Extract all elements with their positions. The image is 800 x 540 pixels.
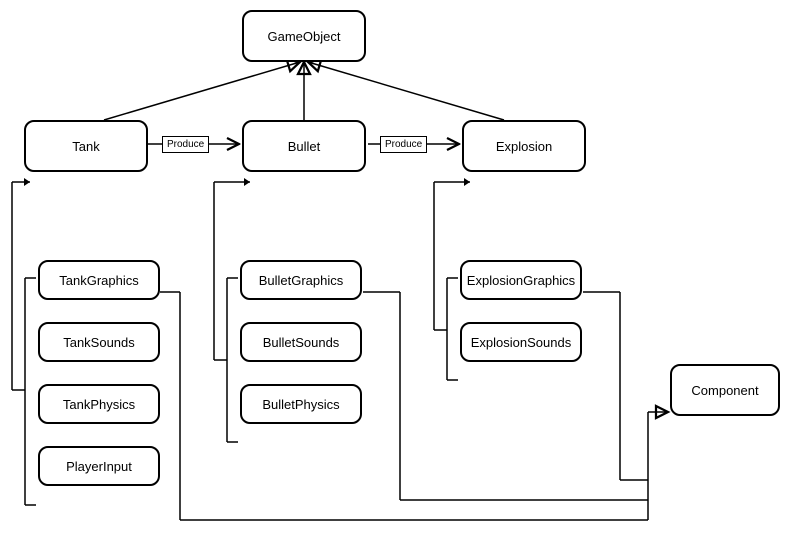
- node-label: TankGraphics: [59, 273, 138, 288]
- edge-label-tank-bullet: Produce: [162, 136, 209, 153]
- node-bulletphysics: BulletPhysics: [240, 384, 362, 424]
- node-label: ExplosionGraphics: [467, 273, 575, 288]
- node-label: Explosion: [496, 139, 552, 154]
- node-label: ExplosionSounds: [471, 335, 571, 350]
- node-explosionsounds: ExplosionSounds: [460, 322, 582, 362]
- node-label: TankSounds: [63, 335, 135, 350]
- node-component: Component: [670, 364, 780, 416]
- node-label: Component: [691, 383, 758, 398]
- node-label: BulletGraphics: [259, 273, 344, 288]
- node-bulletgraphics: BulletGraphics: [240, 260, 362, 300]
- node-label: BulletPhysics: [262, 397, 339, 412]
- node-explosion: Explosion: [462, 120, 586, 172]
- edge-label-bullet-explosion: Produce: [380, 136, 427, 153]
- node-label: Bullet: [288, 139, 321, 154]
- node-bulletsounds: BulletSounds: [240, 322, 362, 362]
- node-explosiongraphics: ExplosionGraphics: [460, 260, 582, 300]
- node-gameobject: GameObject: [242, 10, 366, 62]
- node-label: TankPhysics: [63, 397, 135, 412]
- node-bullet: Bullet: [242, 120, 366, 172]
- node-tankgraphics: TankGraphics: [38, 260, 160, 300]
- node-playerinput: PlayerInput: [38, 446, 160, 486]
- node-label: Tank: [72, 139, 99, 154]
- node-tank: Tank: [24, 120, 148, 172]
- node-tankphysics: TankPhysics: [38, 384, 160, 424]
- node-label: GameObject: [268, 29, 341, 44]
- node-label: PlayerInput: [66, 459, 132, 474]
- node-tanksounds: TankSounds: [38, 322, 160, 362]
- node-label: BulletSounds: [263, 335, 340, 350]
